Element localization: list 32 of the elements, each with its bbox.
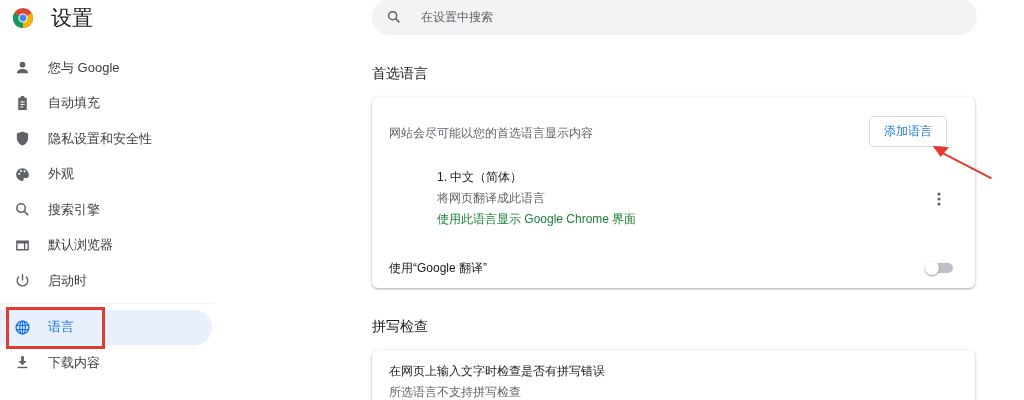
shield-icon	[14, 130, 31, 148]
chrome-logo-icon	[12, 7, 34, 29]
page-title: 设置	[51, 5, 93, 31]
sidebar-item[interactable]: 您与 Google	[0, 50, 212, 86]
spellcheck-label: 在网页上输入文字时检查是否有拼写错误	[389, 363, 606, 380]
globe-icon	[14, 318, 31, 336]
power-icon	[14, 272, 31, 290]
section-title: 首选语言	[372, 65, 429, 83]
sidebar-item[interactable]: 外观	[0, 156, 212, 192]
language-name: 1. 中文（简体）	[437, 169, 524, 186]
translate-label: 使用“Google 翻译”	[389, 259, 488, 277]
sidebar-item[interactable]: 隐私设置和安全性	[0, 121, 212, 157]
section-title: 拼写检查	[372, 318, 429, 336]
sidebar-item[interactable]: 启动时	[0, 263, 212, 299]
spellcheck-subtitle: 所选语言不支持拼写检查	[389, 384, 522, 400]
description-text: 网站会尽可能以您的首选语言显示内容	[389, 124, 593, 142]
search-icon	[14, 201, 31, 219]
palette-icon	[14, 165, 31, 183]
search-input[interactable]: 在设置中搜索	[419, 9, 977, 25]
sidebar-item[interactable]: 搜索引擎	[0, 192, 212, 228]
more-icon[interactable]	[937, 191, 941, 206]
language-subtitle: 将网页翻译成此语言	[437, 190, 546, 207]
search-field[interactable]: 在设置中搜索	[372, 0, 977, 35]
sidebar-item[interactable]: 默认浏览器	[0, 227, 212, 263]
translate-toggle[interactable]	[925, 261, 953, 275]
sidebar-item[interactable]: 语言	[0, 309, 212, 345]
sidebar-item[interactable]: 下载内容	[0, 345, 212, 381]
annotation-arrow	[932, 145, 992, 180]
add-language-button[interactable]: 添加语言	[869, 115, 947, 147]
language-note: 使用此语言显示 Google Chrome 界面	[437, 211, 637, 228]
sidebar-item[interactable]: 自动填充	[0, 85, 212, 121]
search-icon	[386, 9, 402, 25]
